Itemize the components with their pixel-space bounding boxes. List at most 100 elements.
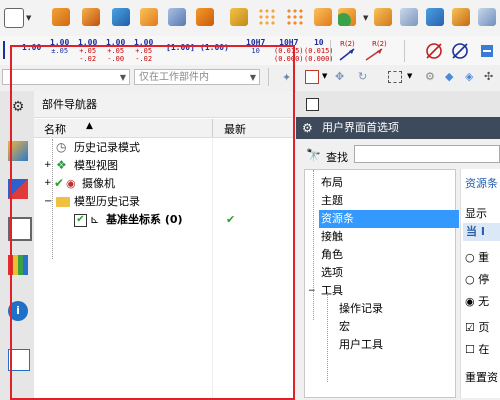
pattern-icon[interactable]: [258, 8, 276, 26]
cylindrical-dimension-icon[interactable]: [478, 42, 496, 60]
radio-option-3[interactable]: ◉ 无: [465, 293, 489, 309]
tol-main: [1.00]: [166, 43, 195, 52]
radius-dimension-icon[interactable]: [338, 46, 358, 62]
snap-icon[interactable]: ✦: [282, 71, 291, 84]
expand-icon[interactable]: +: [44, 157, 52, 174]
window-icon[interactable]: [306, 98, 319, 111]
tol-upper: +.05: [79, 47, 97, 55]
constraint-navigator-icon[interactable]: [8, 217, 32, 241]
emboss-icon[interactable]: [230, 8, 248, 26]
column-latest-header[interactable]: 最新: [224, 121, 246, 137]
blend-icon[interactable]: [400, 8, 418, 26]
tree-item-options[interactable]: 选项: [321, 264, 343, 282]
tree-item-theme[interactable]: 主题: [321, 192, 343, 210]
hole-icon[interactable]: [112, 8, 130, 26]
toolbar-separator: [330, 40, 331, 62]
radio-option-1[interactable]: ○ 重: [465, 249, 489, 265]
chevron-down-icon[interactable]: ▼: [363, 14, 368, 22]
user-interface-preferences-dialog: 🔭 查找 布局 主题 资源条 接触 角色 选项 − 工具 操作记录 宏 用户工具…: [296, 139, 500, 400]
options-icon[interactable]: ✣: [484, 70, 493, 83]
tree-row[interactable]: ✔ ⊾ 基准坐标系 (0) ✔: [34, 211, 294, 228]
chevron-down-icon[interactable]: ▼: [407, 72, 412, 80]
hole-diameter-icon[interactable]: [450, 41, 470, 61]
tree-row[interactable]: + ❖ 模型视图: [34, 157, 294, 174]
tree-item-tools[interactable]: 工具: [321, 282, 343, 300]
part-navigator-icon[interactable]: [8, 141, 28, 161]
checkbox-label: 在: [478, 343, 490, 356]
clock-icon: ◷: [56, 140, 67, 154]
tree-item-roles[interactable]: 角色: [321, 246, 343, 264]
shell-icon[interactable]: [374, 8, 392, 26]
pocket-icon[interactable]: [168, 8, 186, 26]
rectangle-select-icon[interactable]: [388, 71, 402, 83]
pad-icon[interactable]: [196, 8, 214, 26]
tree-item-macro[interactable]: 宏: [339, 318, 350, 336]
revolve-icon[interactable]: [82, 8, 100, 26]
column-name-header[interactable]: 名称: [44, 121, 66, 137]
move-icon[interactable]: ✥: [335, 70, 344, 83]
view-icon[interactable]: ⚙: [425, 70, 435, 83]
tree-item-resource-bar[interactable]: 资源条: [319, 210, 459, 228]
tree-row[interactable]: ◷ 历史记录模式: [34, 139, 294, 156]
tol-lower: -.02: [79, 55, 97, 63]
settings-gear-icon[interactable]: ⚙: [8, 99, 28, 119]
tolerance-unilateral-plus[interactable]: 1.00 +.05 -.00: [106, 39, 125, 64]
checkbox-option-1[interactable]: ☑ 页: [465, 319, 489, 335]
selection-scope-dropdown[interactable]: 仅在工作部件内 ▼: [134, 69, 260, 85]
search-input[interactable]: [354, 145, 500, 163]
visibility-checkbox[interactable]: ✔: [74, 214, 87, 227]
sort-ascending-icon[interactable]: ▲: [86, 121, 93, 131]
draft-icon[interactable]: [452, 8, 470, 26]
new-sketch-icon[interactable]: [4, 8, 24, 28]
rotate-icon[interactable]: ↻: [358, 70, 367, 83]
tolerance-fit[interactable]: 10H7 10: [246, 39, 265, 56]
boss-icon[interactable]: [140, 8, 158, 26]
tolerance-unilateral-minus[interactable]: 1.00 +.05 -.02: [134, 39, 153, 64]
tree-row-label: 历史记录模式: [74, 141, 140, 154]
tolerance-reference[interactable]: (1.00): [200, 44, 229, 52]
tree-item-journal[interactable]: 操作记录: [339, 300, 383, 318]
tol-main: 1.00: [50, 38, 70, 47]
select-in-box-icon[interactable]: [305, 70, 319, 84]
combine-icon[interactable]: [314, 8, 332, 26]
history-icon[interactable]: [8, 349, 30, 371]
expand-icon[interactable]: +: [44, 175, 52, 192]
dimension-icon[interactable]: [3, 41, 15, 59]
extrude-icon[interactable]: [52, 8, 70, 26]
diameter-icon[interactable]: [424, 41, 444, 61]
tol-lower: -.00: [107, 55, 125, 63]
web-browser-icon[interactable]: i: [8, 301, 28, 321]
reuse-library-icon[interactable]: [8, 255, 28, 275]
datum-icon[interactable]: [338, 8, 356, 26]
navigator-header: 名称 ▲ 最新: [34, 119, 294, 138]
chevron-down-icon[interactable]: ▼: [322, 72, 327, 80]
tolerance-bilateral[interactable]: 1.00 ±.05: [50, 38, 70, 56]
collapse-icon[interactable]: −: [308, 282, 316, 300]
chevron-down-icon[interactable]: ▼: [26, 14, 31, 22]
tree-row[interactable]: + ✔ ◉ 摄像机: [34, 175, 294, 192]
tree-item-touch[interactable]: 接触: [321, 228, 343, 246]
type-filter-dropdown[interactable]: ▼: [2, 69, 130, 85]
collapse-icon[interactable]: −: [44, 193, 52, 210]
radius-to-center-icon[interactable]: [364, 46, 386, 62]
radio-option-2[interactable]: ○ 停: [465, 271, 489, 287]
tree-row[interactable]: − 模型历史记录: [34, 193, 294, 210]
chamfer-icon[interactable]: [426, 8, 444, 26]
tolerance-fit-values[interactable]: 10H7 (0.015) (0.000): [274, 39, 304, 64]
camera-icon: ◉: [66, 177, 76, 190]
tolerance-limits[interactable]: 1.00 +.05 -.02: [78, 39, 97, 64]
trim-body-icon[interactable]: [478, 8, 496, 26]
tree-item-user-tools[interactable]: 用户工具: [339, 336, 383, 354]
tree-item-layout[interactable]: 布局: [321, 174, 343, 192]
wireframe-icon[interactable]: ◈: [465, 70, 473, 83]
tolerance-nominal[interactable]: 1.00: [22, 44, 41, 52]
reset-label[interactable]: 重置资: [465, 369, 498, 385]
tol-lower: (0.000): [274, 55, 304, 63]
shaded-icon[interactable]: ◆: [445, 70, 453, 83]
pattern-array-icon[interactable]: [286, 8, 304, 26]
navigator-title: 部件导航器: [34, 91, 294, 118]
checkbox-option-2[interactable]: ☐ 在: [465, 341, 489, 357]
folder-icon: [56, 197, 70, 207]
tolerance-basic[interactable]: [1.00]: [166, 44, 195, 52]
assembly-navigator-icon[interactable]: [8, 179, 28, 199]
